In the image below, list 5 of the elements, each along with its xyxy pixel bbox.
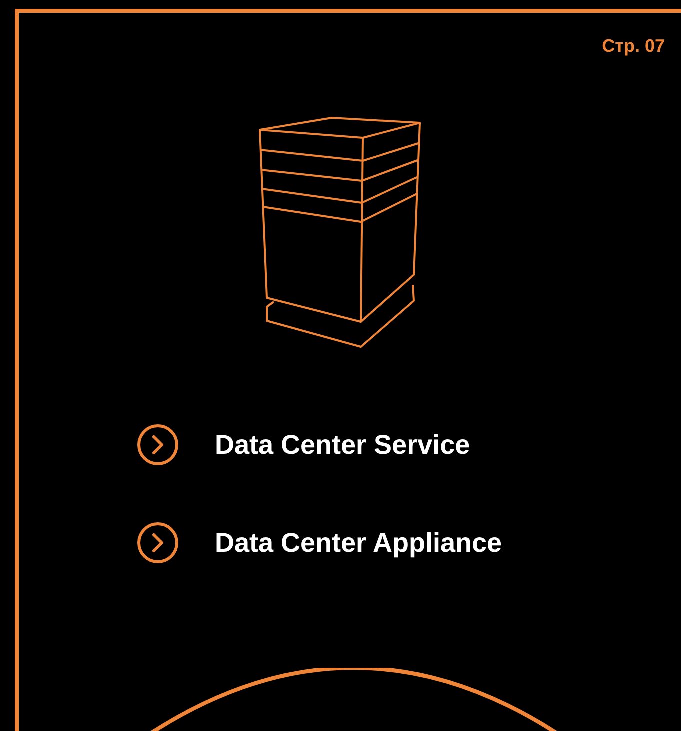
menu-link[interactable]: Data Center Service xyxy=(137,424,681,466)
chevron-circle-icon xyxy=(137,522,179,564)
menu-link[interactable]: Data Center Appliance xyxy=(137,522,681,564)
page-number: Стр. 07 xyxy=(602,35,665,57)
chevron-circle-icon xyxy=(137,424,179,466)
